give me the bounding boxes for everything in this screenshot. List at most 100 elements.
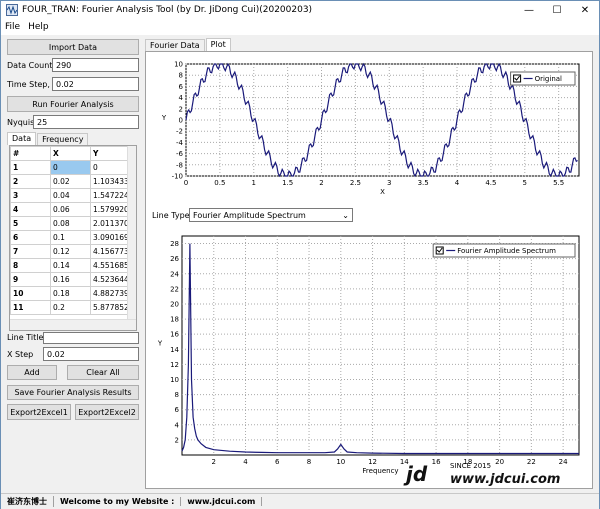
export-excel1-button[interactable]: Export2Excel1 bbox=[7, 404, 71, 420]
y-cell[interactable]: 2.0113706 bbox=[90, 216, 129, 231]
y-tick-label: 18 bbox=[170, 316, 179, 324]
run-fourier-button[interactable]: Run Fourier Analysis bbox=[7, 96, 139, 112]
y-tick-label: 6 bbox=[175, 406, 180, 414]
y-cell[interactable]: 1.1034334 bbox=[90, 174, 129, 189]
table-row[interactable]: 80.144.5516855 bbox=[10, 258, 129, 273]
y-tick-label: 14 bbox=[170, 346, 179, 354]
data-count-field[interactable]: 290 bbox=[52, 58, 139, 72]
y-tick-label: 22 bbox=[170, 285, 179, 293]
y-cell[interactable]: 1.5472249 bbox=[90, 188, 129, 203]
export-excel2-button[interactable]: Export2Excel2 bbox=[75, 404, 139, 420]
table-row[interactable]: 50.082.0113706 bbox=[10, 216, 129, 231]
y-tick-label: 2 bbox=[179, 105, 183, 113]
x-tick-label: 4 bbox=[243, 458, 248, 466]
y-axis-label: Y bbox=[157, 340, 163, 348]
table-row[interactable]: 20.021.1034334 bbox=[10, 174, 129, 189]
x-cell[interactable]: 0.04 bbox=[50, 188, 91, 203]
x-cell[interactable]: 0.02 bbox=[50, 174, 91, 189]
x-step-field[interactable]: 0.02 bbox=[43, 347, 139, 361]
x-axis-label: Frequency bbox=[362, 467, 398, 475]
row-index-cell: 10 bbox=[10, 286, 51, 301]
table-row[interactable]: 100.184.8827396 bbox=[10, 286, 129, 301]
row-index-cell: 1 bbox=[10, 160, 51, 175]
row-index-cell: 11 bbox=[10, 300, 51, 315]
table-row[interactable]: 110.25.8778525 bbox=[10, 300, 129, 315]
x-cell[interactable]: 0.08 bbox=[50, 216, 91, 231]
x-tick-label: 3.5 bbox=[418, 179, 429, 187]
watermark-url: www.jdcui.com bbox=[450, 472, 561, 487]
tab-data[interactable]: Data bbox=[7, 132, 37, 145]
y-cell[interactable]: 3.0901699 bbox=[90, 230, 129, 245]
plot-area bbox=[181, 235, 580, 456]
y-cell[interactable]: 5.8778525 bbox=[90, 300, 129, 315]
maximize-button[interactable]: ☐ bbox=[543, 1, 571, 19]
y-tick-label: 20 bbox=[170, 300, 179, 308]
y-tick-label: 24 bbox=[170, 270, 179, 278]
y-cell[interactable]: 4.5516855 bbox=[90, 258, 129, 273]
x-tick-label: 8 bbox=[307, 458, 311, 466]
jdcui-logo: jd bbox=[406, 462, 428, 486]
menu-help[interactable]: Help bbox=[28, 22, 49, 32]
col-header-y[interactable]: Y bbox=[90, 146, 129, 161]
tab-frequency[interactable]: Frequency bbox=[37, 133, 89, 145]
watermark-since: SINCE 2015 bbox=[450, 462, 492, 470]
x-cell[interactable]: 0.06 bbox=[50, 202, 91, 217]
x-tick-label: 2 bbox=[212, 458, 216, 466]
plot-panel: 0 0.5 1 1.5 2 2.5 3 3.5 4 4.5 5 5.5 -10 -8 -6 -4 -2 0 2 4 6 8… bbox=[145, 51, 593, 489]
main-window: FOUR_TRAN: Fourier Analysis Tool (by Dr.… bbox=[0, 0, 600, 509]
col-header-x[interactable]: X bbox=[50, 146, 91, 161]
menu-file[interactable]: File bbox=[5, 22, 20, 32]
y-cell[interactable]: 4.1567737 bbox=[90, 244, 129, 259]
clear-all-button[interactable]: Clear All bbox=[67, 365, 139, 380]
table-row[interactable]: 30.041.5472249 bbox=[10, 188, 129, 203]
vertical-scrollbar[interactable] bbox=[127, 146, 136, 320]
status-website[interactable]: www.jdcui.com bbox=[181, 497, 263, 506]
y-cell[interactable]: 1.5799205 bbox=[90, 202, 129, 217]
y-cell[interactable]: 4.8827396 bbox=[90, 286, 129, 301]
x-cell[interactable]: 0 bbox=[50, 160, 91, 175]
time-step-field[interactable]: 0.02 bbox=[52, 77, 139, 91]
table-row[interactable]: 90.164.5236441 bbox=[10, 272, 129, 287]
x-cell[interactable]: 0.16 bbox=[50, 272, 91, 287]
x-tick-label: 1.5 bbox=[282, 179, 293, 187]
save-results-button[interactable]: Save Fourier Analysis Results bbox=[7, 385, 139, 400]
x-tick-label: 2.5 bbox=[350, 179, 361, 187]
line-title-field[interactable] bbox=[43, 332, 139, 344]
col-header-index[interactable]: # bbox=[10, 146, 51, 161]
y-tick-label: 4 bbox=[179, 94, 184, 102]
x-tick-label: 4.5 bbox=[485, 179, 496, 187]
table-row[interactable]: 40.061.5799205 bbox=[10, 202, 129, 217]
add-button[interactable]: Add bbox=[7, 365, 57, 380]
chevron-down-icon: ⌄ bbox=[342, 210, 349, 220]
nyquist-field[interactable]: 25 bbox=[33, 115, 139, 129]
table-row[interactable]: 60.13.0901699 bbox=[10, 230, 129, 245]
x-tick-label: 12 bbox=[368, 458, 377, 466]
close-button[interactable]: ✕ bbox=[571, 1, 599, 19]
table-row[interactable]: 100 bbox=[10, 160, 129, 175]
y-tick-label: 8 bbox=[179, 72, 183, 80]
data-grid[interactable]: # X Y 10020.021.103433430.041.547224940.… bbox=[9, 145, 137, 331]
x-cell[interactable]: 0.2 bbox=[50, 300, 91, 315]
import-data-button[interactable]: Import Data bbox=[7, 39, 139, 55]
row-index-cell: 2 bbox=[10, 174, 51, 189]
fourier-spectrum-chart[interactable]: 2 4 6 8 10 12 14 16 18 20 22 2424681012141618202224… bbox=[146, 228, 592, 484]
table-row[interactable]: 70.124.1567737 bbox=[10, 244, 129, 259]
x-cell[interactable]: 0.12 bbox=[50, 244, 91, 259]
y-cell[interactable]: 4.5236441 bbox=[90, 272, 129, 287]
tab-plot[interactable]: Plot bbox=[205, 38, 231, 51]
tab-fourier-data[interactable]: Fourier Data bbox=[145, 39, 205, 51]
x-cell[interactable]: 0.14 bbox=[50, 258, 91, 273]
original-signal-chart[interactable]: 0 0.5 1 1.5 2 2.5 3 3.5 4 4.5 5 5.5 -10 -8 -6 -4 -2 0 2 4 6 8… bbox=[146, 52, 592, 202]
y-cell[interactable]: 0 bbox=[90, 160, 129, 175]
row-index-cell: 5 bbox=[10, 216, 51, 231]
y-axis-label: Y bbox=[161, 114, 167, 122]
horizontal-scrollbar[interactable] bbox=[10, 319, 136, 330]
x-cell[interactable]: 0.18 bbox=[50, 286, 91, 301]
line-type-select[interactable]: Fourier Amplitude Spectrum ⌄ bbox=[189, 208, 353, 222]
y-tick-label: 0 bbox=[179, 117, 183, 125]
legend-label: Fourier Amplitude Spectrum bbox=[457, 247, 556, 255]
line-type-label: Line Type bbox=[152, 211, 190, 220]
x-cell[interactable]: 0.1 bbox=[50, 230, 91, 245]
y-tick-label: 10 bbox=[170, 376, 179, 384]
minimize-button[interactable]: — bbox=[515, 1, 543, 19]
